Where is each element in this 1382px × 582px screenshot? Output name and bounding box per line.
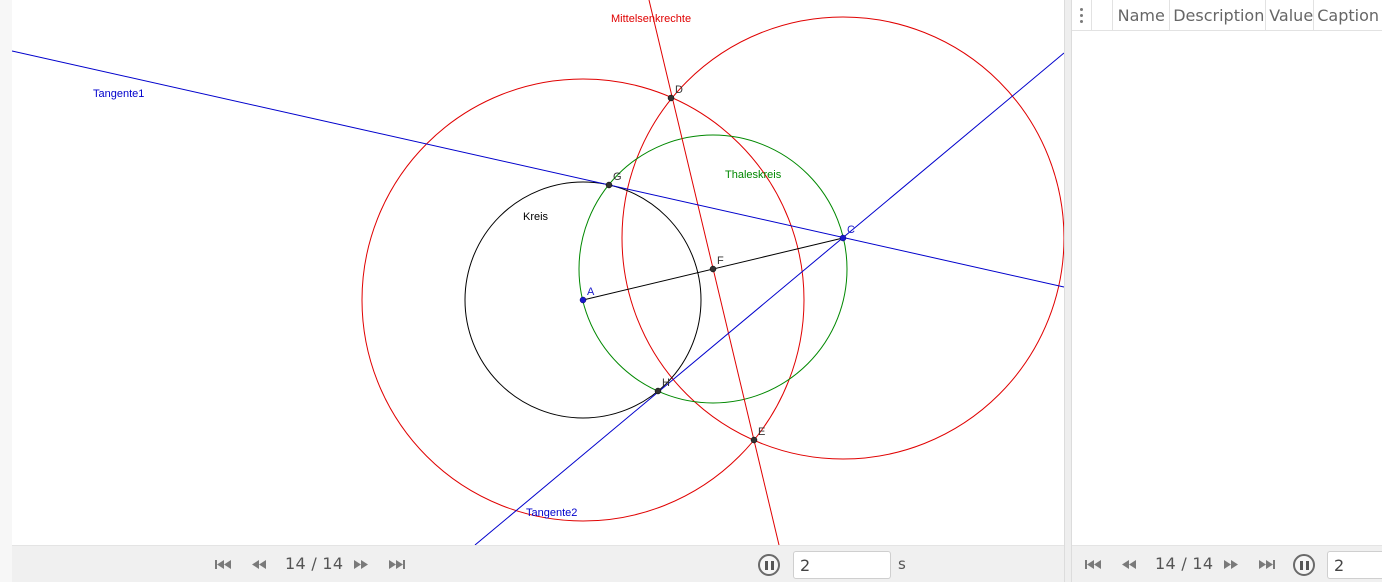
label-point-H[interactable]: H <box>662 377 670 389</box>
point-D[interactable] <box>667 94 675 102</box>
mittelsenkrechte-line[interactable] <box>648 0 780 545</box>
label-point-G[interactable]: G <box>613 171 622 183</box>
geogebra-app: Mittelsenkrechte Tangente1 Tangente2 Tha… <box>0 0 1382 582</box>
label-kreis[interactable]: Kreis <box>523 211 549 223</box>
point-F[interactable] <box>709 265 717 273</box>
point-C[interactable] <box>839 234 847 242</box>
label-mittelsenkrechte[interactable]: Mittelsenkrechte <box>611 13 691 25</box>
geometry-canvas[interactable]: Mittelsenkrechte Tangente1 Tangente2 Tha… <box>12 0 1064 545</box>
construction-protocol-header: Name Description Value Caption <box>1072 0 1382 31</box>
last-step-icon[interactable] <box>1256 555 1278 573</box>
step-counter: 14 / 14 <box>285 554 344 573</box>
tangente1-line[interactable] <box>12 50 1064 288</box>
pause-button[interactable] <box>1293 554 1315 576</box>
label-point-D[interactable]: D <box>675 84 683 96</box>
column-header-name[interactable]: Name <box>1112 0 1171 30</box>
label-point-C[interactable]: C <box>847 224 855 236</box>
pause-button[interactable] <box>758 554 780 576</box>
previous-step-icon[interactable] <box>1118 555 1140 573</box>
next-step-icon[interactable] <box>350 555 372 573</box>
column-header-caption[interactable]: Caption <box>1314 0 1382 30</box>
label-point-F[interactable]: F <box>717 255 724 267</box>
pause-icon <box>1299 560 1309 570</box>
label-tangente1[interactable]: Tangente1 <box>93 88 144 100</box>
label-tangente2[interactable]: Tangente2 <box>526 507 577 519</box>
navigation-bar-protocol: 14 / 14 <box>1072 545 1382 582</box>
view-divider[interactable] <box>1064 0 1072 582</box>
column-header-value[interactable]: Value <box>1266 0 1315 30</box>
algebra-view: Name Description Value Caption <box>1072 0 1382 545</box>
previous-step-icon[interactable] <box>248 555 270 573</box>
speed-input[interactable] <box>1327 551 1382 579</box>
point-G[interactable] <box>605 181 613 189</box>
point-H[interactable] <box>654 387 662 395</box>
more-options-icon[interactable] <box>1072 0 1093 30</box>
point-A[interactable] <box>579 296 587 304</box>
tangente2-line[interactable] <box>474 52 1064 545</box>
step-counter: 14 / 14 <box>1155 554 1214 573</box>
next-step-icon[interactable] <box>1220 555 1242 573</box>
last-step-icon[interactable] <box>386 555 408 573</box>
pause-icon <box>764 560 774 570</box>
speed-unit: s <box>898 555 906 573</box>
speed-input[interactable] <box>793 551 891 579</box>
column-header-description[interactable]: Description <box>1170 0 1267 30</box>
label-thaleskreis[interactable]: Thaleskreis <box>725 169 782 181</box>
navigation-bar-graphics: 14 / 14 s <box>12 545 1064 582</box>
graphics-view[interactable]: Mittelsenkrechte Tangente1 Tangente2 Tha… <box>12 0 1064 545</box>
label-point-A[interactable]: A <box>587 286 595 298</box>
first-step-icon[interactable] <box>1082 555 1104 573</box>
point-E[interactable] <box>750 436 758 444</box>
first-step-icon[interactable] <box>212 555 234 573</box>
label-point-E[interactable]: E <box>758 426 765 438</box>
